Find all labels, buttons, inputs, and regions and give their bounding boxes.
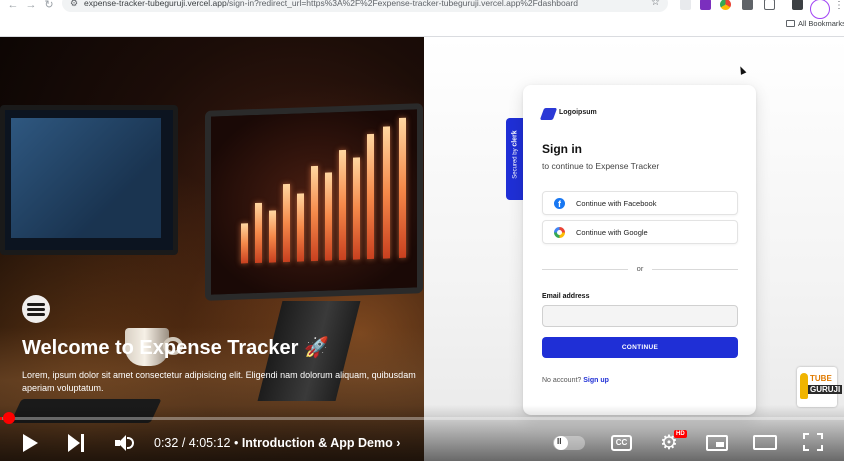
time-separator: /: [178, 436, 189, 450]
watermark-line1: TUBE: [810, 374, 832, 383]
screen-bar: [353, 157, 360, 260]
signin-card: Logoipsum Sign in to continue to Expense…: [523, 85, 756, 415]
autoplay-toggle[interactable]: [553, 436, 585, 450]
scrubber-handle[interactable]: [3, 412, 15, 424]
main-monitor: [205, 103, 423, 301]
miniplayer-icon[interactable]: [706, 435, 728, 451]
divider-line: [542, 269, 628, 270]
extension-icon[interactable]: [680, 0, 691, 10]
wave-logo-icon: [22, 295, 50, 323]
no-account-text: No account?: [542, 377, 582, 384]
wave-line: [27, 313, 45, 316]
duration: 4:05:12: [188, 436, 231, 450]
progress-played: [0, 417, 2, 420]
email-field[interactable]: [542, 305, 738, 327]
toggle-knob: [554, 436, 568, 450]
signup-prompt: No account? Sign up: [542, 377, 609, 384]
google-button-label: Continue with Google: [576, 228, 648, 237]
google-icon: [554, 227, 565, 238]
continue-button[interactable]: CONTINUE: [542, 337, 738, 358]
extension-icon[interactable]: [742, 0, 753, 10]
forward-arrow-icon[interactable]: →: [24, 0, 38, 11]
email-label: Email address: [542, 293, 590, 300]
site-info-icon[interactable]: ⚙: [70, 0, 79, 8]
clerk-brand: clerk: [511, 130, 519, 147]
secured-by-text: Secured by clerk: [512, 116, 519, 194]
next-bar: [81, 434, 84, 452]
current-time: 0:32: [154, 436, 179, 450]
menu-dots-icon[interactable]: ⋮: [834, 0, 844, 11]
signup-link[interactable]: Sign up: [583, 377, 609, 384]
screen-bar: [383, 126, 390, 259]
facebook-button-label: Continue with Facebook: [576, 199, 657, 208]
monitor-glow: [11, 118, 161, 238]
screen-bar: [241, 223, 248, 264]
extension-icon[interactable]: [792, 0, 803, 10]
secured-by-clerk-badge[interactable]: Secured by clerk: [506, 118, 523, 200]
chapter-separator: •: [230, 436, 242, 450]
screen-bar: [283, 183, 290, 263]
puzzle-icon[interactable]: [764, 0, 775, 10]
back-arrow-icon[interactable]: ←: [6, 0, 20, 11]
screen-bar: [367, 133, 374, 260]
screen-bar: [255, 202, 262, 264]
subtitles-button[interactable]: CC: [611, 435, 632, 451]
hero-title: Welcome to Expense Tracker 🚀: [22, 337, 329, 359]
address-bar[interactable]: ⚙ expense-tracker-tubeguruji.vercel.app/…: [62, 0, 668, 12]
wave-line: [27, 303, 45, 306]
profile-avatar[interactable]: [810, 0, 830, 19]
play-icon[interactable]: [23, 434, 38, 452]
chevron-right-icon[interactable]: ›: [396, 436, 400, 450]
speaker-cone: [118, 435, 126, 451]
monitor-screen: [211, 109, 417, 295]
screen: ← → ↻ ⚙ expense-tracker-tubeguruji.verce…: [0, 0, 844, 461]
star-icon[interactable]: ☆: [651, 0, 660, 8]
speaker-wave: [127, 437, 134, 449]
all-bookmarks[interactable]: All Bookmarks: [786, 19, 844, 28]
screen-bar: [399, 117, 406, 259]
signin-title: Sign in: [542, 142, 582, 156]
google-button[interactable]: Continue with Google: [542, 220, 738, 244]
controls-gradient: [0, 405, 844, 461]
hero-image: [0, 37, 424, 461]
fullscreen-icon[interactable]: [803, 433, 823, 451]
hd-badge: HD: [674, 430, 687, 438]
secured-by-label: Secured by: [512, 148, 519, 179]
divider-text: or: [636, 264, 644, 273]
facebook-icon: f: [554, 198, 565, 209]
url-host: expense-tracker-tubeguruji.vercel.app: [84, 0, 227, 8]
divider-line: [652, 269, 738, 270]
chapter-title[interactable]: Introduction & App Demo: [242, 436, 393, 450]
time-display: 0:32 / 4:05:12 • Introduction & App Demo…: [154, 436, 400, 450]
url-text: expense-tracker-tubeguruji.vercel.app/si…: [84, 0, 644, 8]
screen-bar: [339, 149, 346, 261]
logoipsum-icon: [539, 108, 558, 120]
channel-watermark[interactable]: TUBE GURUJI: [797, 367, 843, 407]
theater-mode-icon[interactable]: [753, 435, 777, 450]
mascot-icon: [800, 373, 808, 399]
hero-description: Lorem, ipsum dolor sit amet consectetur …: [22, 370, 416, 393]
wave-line: [27, 308, 45, 311]
url-path: /sign-in?redirect_url=https%3A%2F%2Fexpe…: [226, 0, 578, 8]
brand-name: Logoipsum: [559, 109, 597, 116]
browser-toolbar: ← → ↻ ⚙ expense-tracker-tubeguruji.verce…: [0, 0, 844, 37]
signin-subtitle: to continue to Expense Tracker: [542, 161, 660, 171]
background-monitor: [0, 105, 178, 255]
screen-bar: [311, 165, 318, 262]
progress-bar[interactable]: [0, 417, 844, 420]
or-divider: or: [542, 264, 738, 274]
folder-icon: [786, 20, 795, 27]
watermark-line2: GURUJI: [808, 385, 843, 394]
chrome-extension-icon[interactable]: [720, 0, 731, 10]
screen-bar: [325, 172, 332, 261]
reload-icon[interactable]: ↻: [42, 0, 56, 11]
screen-bar: [297, 193, 304, 262]
extension-icon[interactable]: [700, 0, 711, 10]
volume-icon[interactable]: [115, 434, 135, 452]
facebook-button[interactable]: f Continue with Facebook: [542, 191, 738, 215]
bookmarks-label: All Bookmarks: [798, 19, 844, 28]
screen-bar: [269, 210, 276, 263]
next-triangle: [68, 434, 80, 452]
next-icon[interactable]: [68, 434, 86, 452]
